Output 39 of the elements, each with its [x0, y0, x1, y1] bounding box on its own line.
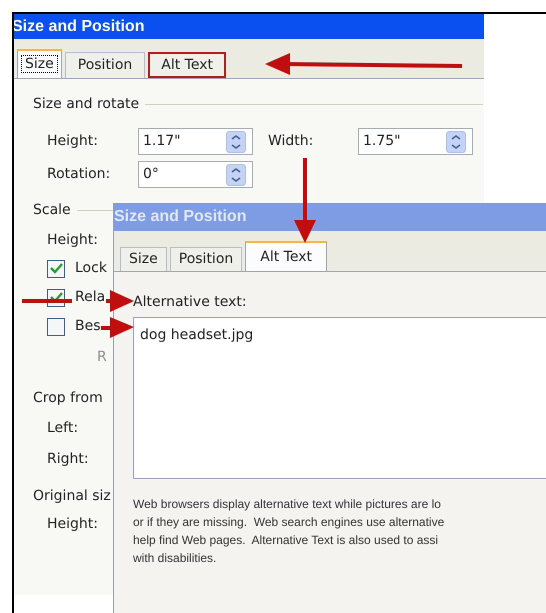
checkbox-label: Rela: [75, 288, 106, 307]
field-label: Height:: [47, 515, 98, 534]
checkbox-label: Bes: [75, 317, 101, 336]
field-label: Rotation:: [47, 165, 112, 184]
checkbox[interactable]: [47, 260, 65, 278]
tab[interactable]: Alt Text: [245, 241, 327, 271]
checkbox[interactable]: [47, 318, 65, 336]
window-title: Size and Position: [114, 207, 246, 227]
text-area[interactable]: dog headset.jpg: [133, 317, 546, 479]
field-label: Height:: [47, 231, 99, 250]
field-label: Right:: [47, 450, 89, 469]
field-value: 1.75": [363, 132, 401, 151]
field-label: Height:: [47, 132, 99, 151]
group-heading: Original siz: [33, 486, 111, 506]
button-fragment: R: [97, 348, 107, 367]
tab[interactable]: Size: [17, 49, 62, 78]
spin-field[interactable]: 1.75": [358, 128, 473, 155]
spin-field[interactable]: 1.17": [138, 128, 253, 155]
field-label: Alternative text:: [133, 293, 247, 312]
tab[interactable]: Position: [64, 52, 146, 78]
field-value: 1.17": [143, 132, 181, 151]
field-label: Left:: [47, 419, 78, 438]
spinner-icon[interactable]: [226, 131, 246, 153]
tab[interactable]: Position: [170, 247, 242, 271]
group-heading: Crop from: [33, 388, 103, 408]
field-label: Width:: [268, 132, 314, 151]
spinner-icon[interactable]: [446, 131, 466, 153]
group-heading: Size and rotate: [33, 94, 140, 114]
spin-field[interactable]: 0°: [138, 161, 253, 188]
check-icon: [50, 263, 62, 274]
description-text: Web browsers display alternative text while pictures are lo or if they are missing. Web search engines use alternative help find Web pages. Alternative Text is also used to assi with disabilities.: [133, 496, 444, 567]
tab[interactable]: Size: [120, 247, 167, 271]
tab[interactable]: Alt Text: [148, 52, 226, 78]
field-value: 0°: [143, 165, 159, 184]
group-heading: Scale: [33, 200, 71, 220]
arrow-annotation: [101, 317, 134, 338]
window-title: Size and Position: [12, 16, 144, 36]
spinner-icon[interactable]: [226, 164, 246, 186]
checkbox-label: Lock: [75, 259, 107, 278]
